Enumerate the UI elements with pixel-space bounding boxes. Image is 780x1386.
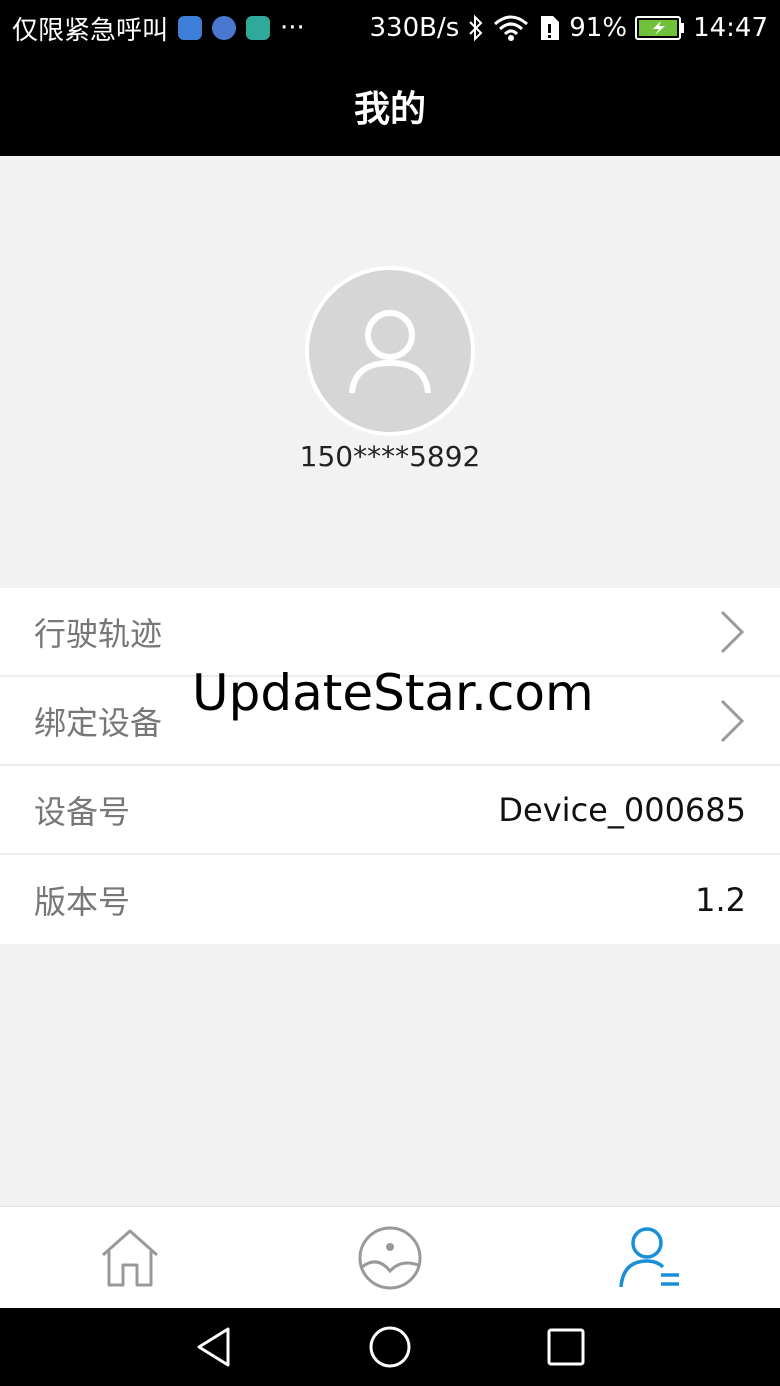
battery-icon	[635, 16, 685, 40]
profile-section: 150****5892	[0, 156, 780, 588]
list-item-device-id: 设备号 Device_000685	[0, 766, 780, 855]
sim-icon	[541, 16, 560, 40]
list-item-trip-track[interactable]: 行驶轨迹	[0, 588, 780, 677]
carrier-text: 仅限紧急呼叫	[12, 15, 169, 46]
bluetooth-icon	[469, 14, 483, 42]
profile-icon	[619, 1226, 679, 1287]
home-button[interactable]	[302, 1308, 478, 1386]
location-notification-icon	[212, 16, 237, 40]
battery-percent: 91%	[569, 13, 628, 43]
chevron-right-icon	[720, 699, 745, 742]
user-silhouette-icon	[349, 310, 431, 394]
home-icon	[102, 1229, 158, 1286]
clock: 14:47	[693, 13, 768, 43]
recents-square-icon	[547, 1328, 585, 1366]
list-item-label: 版本号	[34, 882, 131, 921]
list-item-label: 设备号	[34, 792, 131, 831]
list-item-label: 行驶轨迹	[34, 614, 163, 653]
home-circle-icon	[369, 1326, 411, 1368]
list-item-version: 版本号 1.2	[0, 855, 780, 944]
android-notification-icon	[246, 16, 271, 40]
back-triangle-icon	[197, 1327, 230, 1367]
version-value: 1.2	[695, 880, 746, 919]
phone-number: 150****5892	[299, 440, 481, 473]
recents-button[interactable]	[478, 1308, 654, 1386]
page-title: 我的	[353, 89, 426, 130]
list-item-label: 绑定设备	[34, 703, 163, 742]
nav-explore[interactable]	[260, 1207, 520, 1308]
nav-home[interactable]	[0, 1207, 260, 1308]
more-notifications: ···	[280, 13, 305, 43]
back-button[interactable]	[126, 1308, 302, 1386]
status-bar: 仅限紧急呼叫 ··· 330B/s 91% 14:47	[0, 0, 780, 56]
system-navigation-bar	[0, 1308, 780, 1386]
explore-icon	[358, 1226, 422, 1289]
list-item-bind-device[interactable]: 绑定设备	[0, 677, 780, 766]
chevron-right-icon	[720, 610, 745, 653]
avatar[interactable]	[305, 266, 475, 436]
device-id-value: Device_000685	[498, 790, 746, 829]
net-speed: 330B/s	[369, 13, 460, 43]
browser-notification-icon	[178, 16, 203, 40]
settings-list: 行驶轨迹 绑定设备 设备号 Device_000685 版本号 1.2	[0, 588, 780, 944]
bottom-nav	[0, 1206, 780, 1308]
app-header: 我的	[0, 56, 780, 156]
wifi-icon	[494, 15, 529, 41]
nav-profile[interactable]	[520, 1207, 780, 1308]
